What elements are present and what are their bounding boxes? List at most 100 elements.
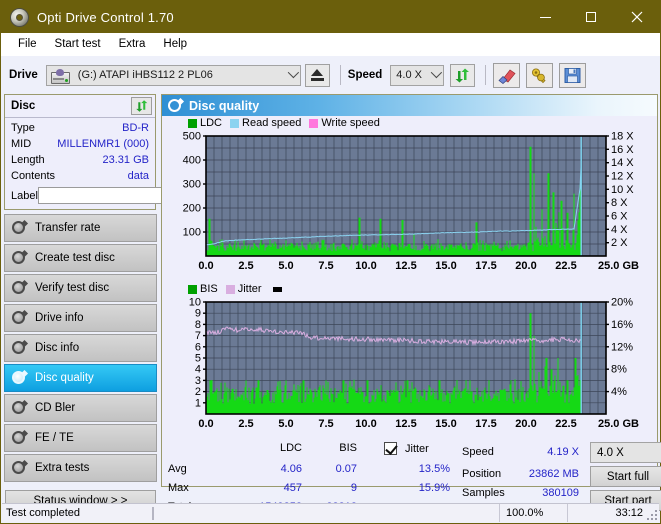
menu-item-extra[interactable]: Extra (110, 36, 155, 52)
test-speed-value: 4.0 X (597, 446, 624, 459)
svg-text:20.0: 20.0 (515, 260, 536, 272)
sidebar-item-label: FE / TE (35, 432, 74, 444)
disc-row-value: data (127, 170, 149, 182)
svg-text:5.0: 5.0 (278, 260, 293, 272)
svg-text:2: 2 (195, 386, 201, 398)
cursor-marker-icon (272, 286, 282, 292)
stats-controls: Speed 4.19 X Position 23862 MB Samples 3… (462, 442, 661, 511)
sidebar: Disc Type BD-R MID MILLENMR1 (000) Lengt… (1, 94, 242, 511)
svg-text:5: 5 (195, 353, 201, 365)
close-icon[interactable] (614, 1, 660, 33)
svg-text:6: 6 (195, 341, 201, 353)
svg-text:20%: 20% (611, 297, 633, 309)
chart1-legend: LDC Read speed Write speed (162, 116, 657, 130)
svg-text:15.0: 15.0 (435, 418, 456, 430)
svg-text:7.5: 7.5 (318, 260, 333, 272)
status-text: Test completed (6, 507, 80, 519)
toolbar-divider-1 (339, 65, 341, 85)
svg-text:500: 500 (183, 131, 201, 143)
svg-text:9: 9 (195, 308, 201, 320)
sidebar-item-fe-te[interactable]: FE / TE (4, 424, 157, 452)
speed-stat-value: 4.19 X (547, 446, 579, 458)
sidebar-item-label: Disc quality (35, 372, 94, 384)
sidebar-item-label: Extra tests (35, 462, 90, 474)
disc-icon (11, 219, 29, 236)
svg-text:4 X: 4 X (611, 224, 628, 236)
stats-avg-ldc: 4.06 (280, 463, 302, 475)
resize-grip-icon[interactable] (645, 508, 657, 520)
disc-row-key: Type (11, 122, 35, 134)
jitter-label: Jitter (405, 443, 429, 455)
svg-text:2.5: 2.5 (238, 418, 253, 430)
chevron-down-icon (287, 66, 299, 79)
disc-row-value: MILLENMR1 (000) (57, 138, 149, 150)
status-bar: Test completed 100.0% 33:12 (2, 503, 659, 522)
disc-row-value: 23.31 GB (102, 154, 149, 166)
stats-max-jitter: 15.9% (418, 482, 450, 494)
disc-row-contents: Contents data (11, 168, 149, 184)
svg-text:25.0 GB: 25.0 GB (598, 260, 639, 272)
sidebar-item-disc-quality[interactable]: Disc quality (4, 364, 157, 392)
speed-stat-label: Speed (462, 446, 494, 458)
minimize-icon[interactable] (522, 1, 568, 33)
refresh-button[interactable] (450, 63, 476, 87)
drive-label: Drive (9, 69, 38, 81)
sidebar-item-verify-test-disc[interactable]: Verify test disc (4, 274, 157, 302)
legend-swatch (188, 118, 197, 128)
disc-icon (11, 339, 29, 356)
maximize-icon[interactable] (568, 1, 614, 33)
svg-text:14 X: 14 X (611, 157, 634, 169)
erase-button[interactable] (493, 62, 521, 88)
disc-properties: Type BD-R MID MILLENMR1 (000) Length 23.… (5, 118, 242, 209)
legend-item-jitter: Jitter (225, 283, 262, 295)
stats-max-ldc: 457 (283, 482, 302, 494)
sidebar-item-label: Drive info (35, 312, 84, 324)
disc-refresh-button[interactable] (131, 97, 152, 115)
disc-icon (11, 399, 29, 416)
stats-avg-jitter: 13.5% (418, 463, 450, 475)
sidebar-item-create-test-disc[interactable]: Create test disc (4, 244, 157, 272)
svg-text:20.0: 20.0 (515, 418, 536, 430)
stats-max-bis: 9 (350, 482, 357, 494)
jitter-checkbox[interactable] (384, 442, 397, 455)
disc-row-mid: MID MILLENMR1 (000) (11, 136, 149, 152)
refresh-icon (455, 68, 470, 82)
page-title: Disc quality (189, 98, 260, 113)
svg-text:2.5: 2.5 (238, 260, 253, 272)
menu-item-help[interactable]: Help (154, 36, 196, 52)
eject-button[interactable] (304, 63, 330, 87)
sidebar-item-transfer-rate[interactable]: Transfer rate (4, 214, 157, 242)
sidebar-item-extra-tests[interactable]: Extra tests (4, 454, 157, 482)
app-disc-icon (9, 7, 29, 27)
svg-text:12.5: 12.5 (395, 260, 416, 272)
legend-item-write-speed: Write speed (309, 117, 380, 129)
svg-text:7.5: 7.5 (318, 418, 333, 430)
chevron-down-icon (431, 66, 443, 79)
test-speed-select[interactable]: 4.0 X (590, 442, 661, 463)
disc-label-row: Label (11, 185, 242, 206)
sidebar-item-disc-info[interactable]: Disc info (4, 334, 157, 362)
menu-item-file[interactable]: File (9, 36, 46, 52)
menu-item-start-test[interactable]: Start test (46, 36, 110, 52)
progress-bar (149, 504, 499, 522)
drive-icon (50, 68, 70, 84)
keys-button[interactable] (526, 62, 554, 88)
start-full-button[interactable]: Start full (590, 466, 661, 487)
svg-text:8%: 8% (611, 364, 627, 376)
main-area: Disc Type BD-R MID MILLENMR1 (000) Lengt… (1, 94, 661, 513)
sidebar-item-drive-info[interactable]: Drive info (4, 304, 157, 332)
stats-table: LDC BIS Jitter Avg 4.06 0.07 13.5% Max 4… (162, 442, 462, 513)
speed-select[interactable]: 4.0 X (390, 64, 445, 86)
drive-select[interactable]: (G:) ATAPI iHBS112 2 PL06 (45, 64, 301, 86)
svg-text:8 X: 8 X (611, 197, 628, 209)
svg-text:10 X: 10 X (611, 184, 634, 196)
svg-text:16 X: 16 X (611, 144, 634, 156)
svg-text:400: 400 (183, 155, 201, 167)
legend-label: Jitter (237, 283, 262, 295)
samples-label: Samples (462, 487, 505, 499)
sidebar-item-cd-bler[interactable]: CD Bler (4, 394, 157, 422)
stats-avg-bis: 0.07 (335, 463, 357, 475)
save-button[interactable] (559, 62, 587, 88)
svg-text:4%: 4% (611, 386, 627, 398)
disc-icon (11, 429, 29, 446)
